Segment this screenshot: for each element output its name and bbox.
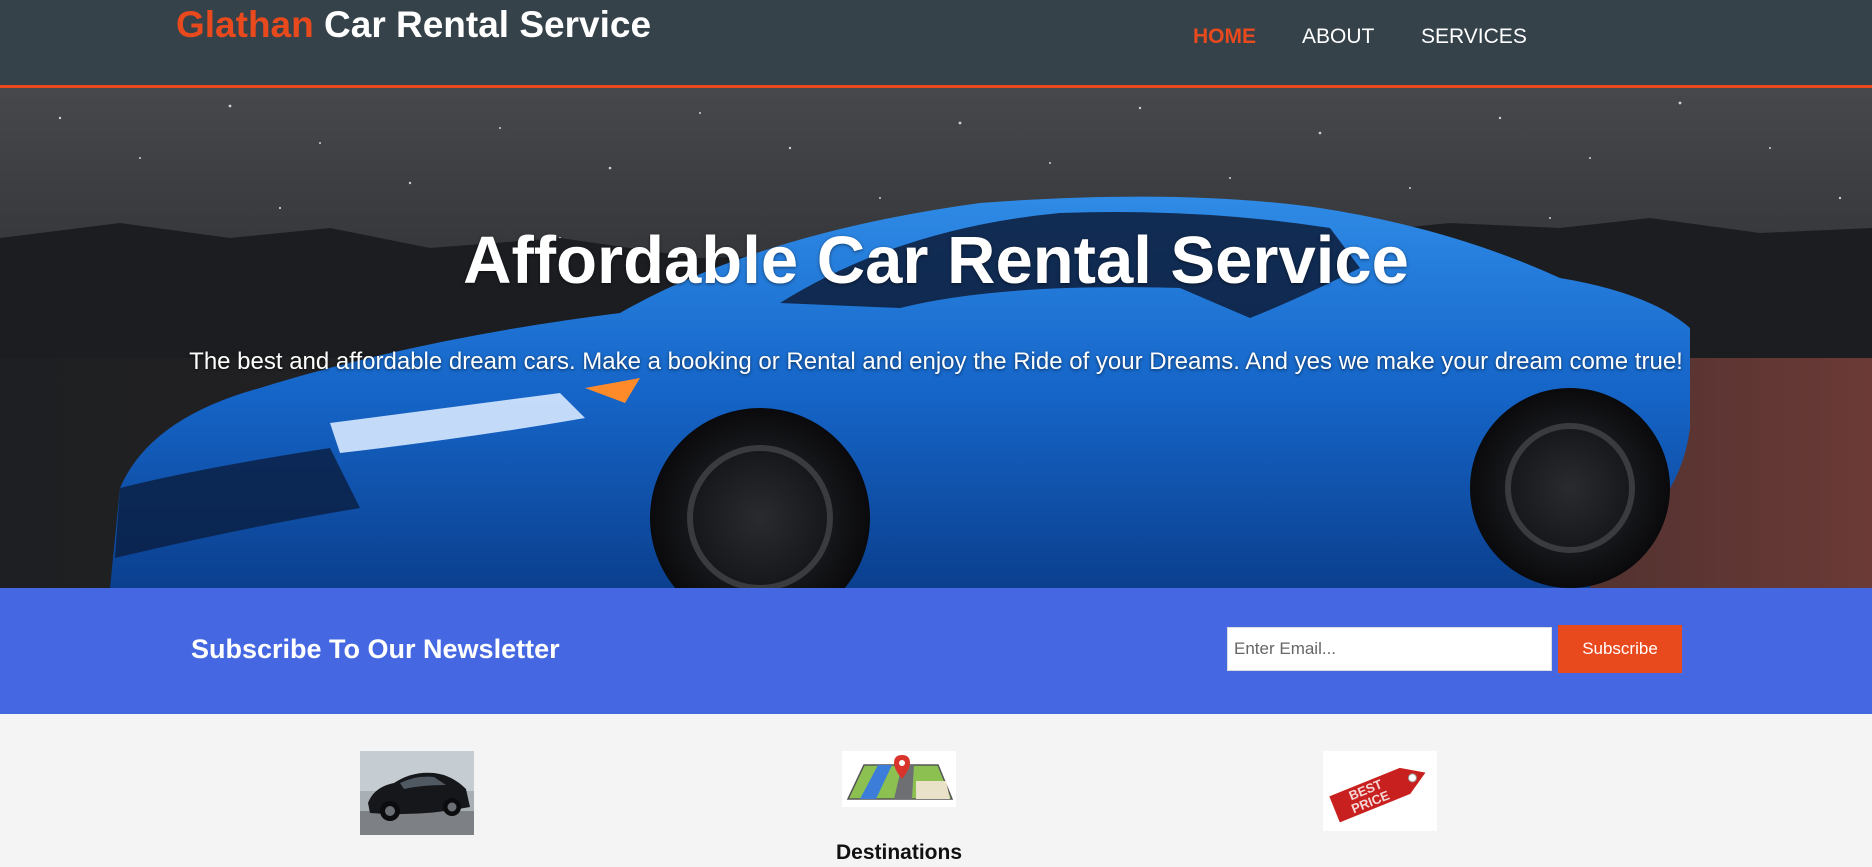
- nav-link-home[interactable]: HOME: [1193, 24, 1256, 50]
- brand-name: Car Rental Service: [313, 4, 652, 45]
- site-header: Glathan Car Rental Service HOME ABOUT SE…: [0, 0, 1872, 88]
- newsletter-section: Subscribe To Our Newsletter Subscribe: [0, 588, 1872, 714]
- newsletter-title: Subscribe To Our Newsletter: [191, 634, 560, 664]
- email-input[interactable]: [1227, 627, 1552, 671]
- black-sedan-car-photo: [360, 751, 474, 835]
- nav-link-services[interactable]: SERVICES: [1421, 24, 1527, 50]
- hero-title: Affordable Car Rental Service: [463, 223, 1409, 298]
- site-branding[interactable]: Glathan Car Rental Service: [176, 2, 651, 48]
- brand-highlight: Glathan: [176, 4, 314, 45]
- map-pin-icon: [842, 751, 956, 807]
- nav-link-about[interactable]: ABOUT: [1302, 24, 1374, 50]
- features-section: Destinations BEST PRICE: [0, 714, 1872, 867]
- feature-title-destinations: Destinations: [835, 841, 963, 864]
- hero-description: The best and affordable dream cars. Make…: [189, 348, 1683, 375]
- best-price-tag-icon: BEST PRICE: [1323, 751, 1437, 831]
- hero-car-background-image: [0, 88, 1872, 588]
- subscribe-button[interactable]: Subscribe: [1558, 625, 1682, 673]
- hero-showcase: Affordable Car Rental Service The best a…: [0, 88, 1872, 588]
